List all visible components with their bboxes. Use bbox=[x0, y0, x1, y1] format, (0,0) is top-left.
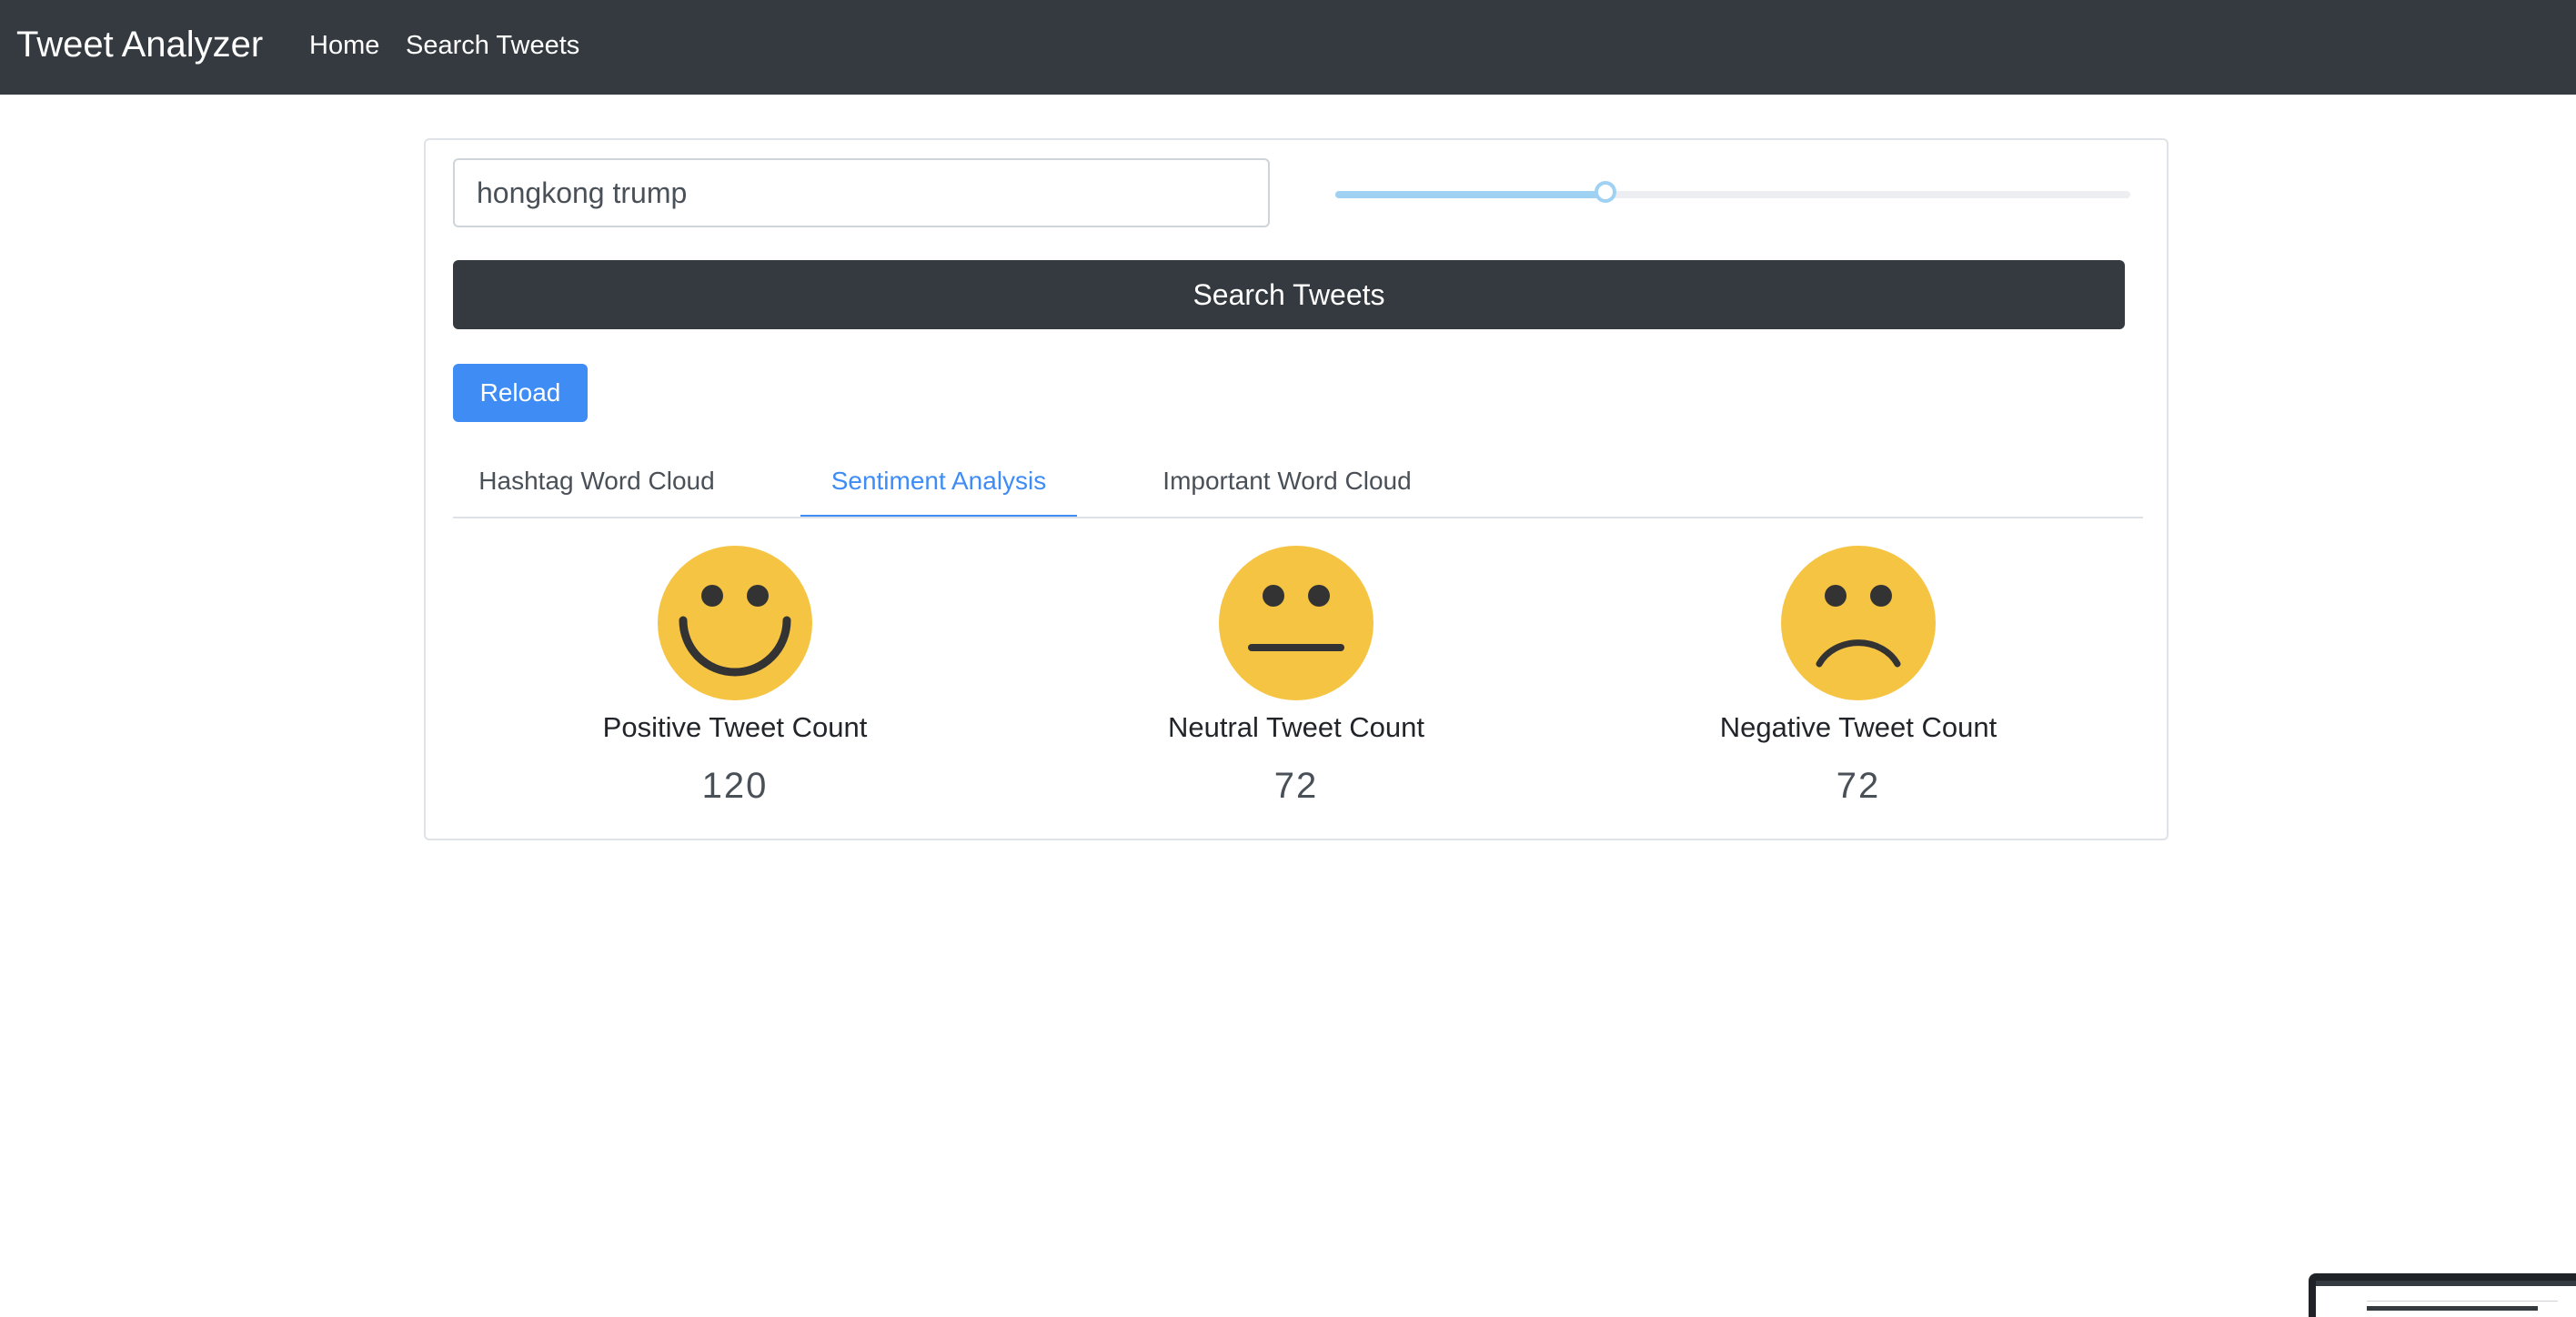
negative-tweet-count: 72 bbox=[1836, 766, 1881, 806]
tab-sentiment-analysis[interactable]: Sentiment Analysis bbox=[800, 455, 1077, 518]
neutral-tweet-count-label: Neutral Tweet Count bbox=[1167, 711, 1425, 743]
neutral-sentiment-column: Neutral Tweet Count 72 bbox=[1023, 546, 1569, 808]
search-tweets-button[interactable]: Search Tweets bbox=[453, 260, 2125, 329]
neutral-face-icon bbox=[1219, 546, 1374, 700]
positive-tweet-count: 120 bbox=[701, 766, 769, 806]
frowning-face-icon bbox=[1781, 546, 1936, 700]
brand-title[interactable]: Tweet Analyzer bbox=[16, 0, 263, 95]
nav-link-search-tweets[interactable]: Search Tweets bbox=[406, 0, 579, 95]
thumbnail-line bbox=[2367, 1301, 2558, 1302]
positive-sentiment-column: Positive Tweet Count 120 bbox=[462, 546, 1008, 808]
search-input[interactable] bbox=[453, 158, 1270, 227]
thumbnail-button bbox=[2367, 1306, 2538, 1311]
negative-sentiment-column: Negative Tweet Count 72 bbox=[1585, 546, 2131, 808]
tabs-divider bbox=[453, 517, 2143, 518]
neutral-tweet-count: 72 bbox=[1273, 766, 1319, 806]
thumbnail-preview bbox=[2316, 1281, 2576, 1317]
tweet-count-slider[interactable] bbox=[1335, 181, 2130, 203]
smiling-face-icon bbox=[658, 546, 812, 700]
positive-tweet-count-label: Positive Tweet Count bbox=[602, 711, 868, 743]
navbar: Tweet Analyzer Home Search Tweets bbox=[0, 0, 2576, 95]
negative-tweet-count-label: Negative Tweet Count bbox=[1719, 711, 1997, 743]
tab-hashtag-word-cloud[interactable]: Hashtag Word Cloud bbox=[453, 455, 740, 518]
nav-link-home[interactable]: Home bbox=[309, 0, 379, 95]
reload-button[interactable]: Reload bbox=[453, 364, 588, 422]
thumbnail-navbar bbox=[2316, 1281, 2576, 1286]
tab-important-word-cloud[interactable]: Important Word Cloud bbox=[1137, 455, 1437, 518]
screenshot-thumbnail[interactable] bbox=[2309, 1273, 2576, 1317]
slider-fill bbox=[1335, 191, 1605, 198]
slider-thumb[interactable] bbox=[1595, 181, 1616, 203]
